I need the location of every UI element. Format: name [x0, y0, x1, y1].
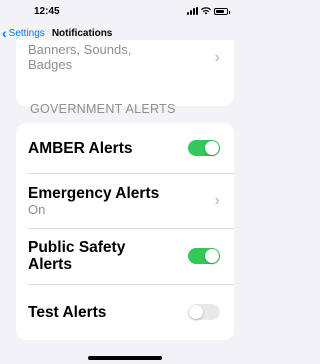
toggle-knob — [189, 305, 203, 319]
chevron-left-icon: ‹ — [2, 25, 7, 41]
emergency-alerts-status: On — [28, 201, 46, 217]
status-time: 12:45 — [34, 5, 60, 17]
back-label: Settings — [8, 27, 45, 39]
status-icons — [187, 7, 230, 15]
section-header: GOVERNMENT ALERTS — [30, 102, 176, 116]
public-safety-alerts-toggle[interactable] — [188, 248, 220, 264]
battery-icon — [214, 7, 230, 15]
toggle-knob — [205, 249, 219, 263]
emergency-alerts-text: Emergency Alerts On — [28, 185, 159, 217]
chevron-right-icon: › — [214, 49, 220, 66]
amber-alerts-label: AMBER Alerts — [28, 139, 133, 157]
status-bar: 12:45 — [0, 0, 250, 22]
public-safety-alerts-row: Public Safety Alerts — [16, 228, 234, 284]
chevron-right-icon: › — [214, 191, 220, 209]
amber-alerts-toggle[interactable] — [188, 140, 220, 156]
amber-alerts-row: AMBER Alerts — [16, 123, 234, 173]
test-alerts-label: Test Alerts — [28, 303, 107, 321]
cellular-signal-icon — [187, 7, 198, 15]
notification-style-card: Banners, Sounds, Badges › — [16, 40, 234, 106]
page-title: Notifications — [51, 27, 113, 39]
test-alerts-row: Test Alerts — [16, 284, 234, 340]
home-indicator[interactable] — [88, 356, 162, 360]
test-alerts-toggle[interactable] — [188, 304, 220, 320]
government-alerts-card: AMBER Alerts Emergency Alerts On › Publi… — [16, 123, 234, 340]
public-safety-alerts-label: Public Safety Alerts — [28, 239, 126, 273]
wifi-icon — [201, 7, 211, 15]
back-button[interactable]: ‹ Settings — [2, 26, 45, 40]
banners-sounds-badges-row[interactable]: Banners, Sounds, Badges › — [16, 40, 234, 106]
emergency-alerts-row[interactable]: Emergency Alerts On › — [16, 173, 234, 228]
toggle-knob — [205, 141, 219, 155]
banners-sounds-badges-label: Banners, Sounds, Badges — [28, 42, 132, 72]
battery-level — [216, 9, 224, 13]
emergency-alerts-label: Emergency Alerts — [28, 184, 160, 202]
